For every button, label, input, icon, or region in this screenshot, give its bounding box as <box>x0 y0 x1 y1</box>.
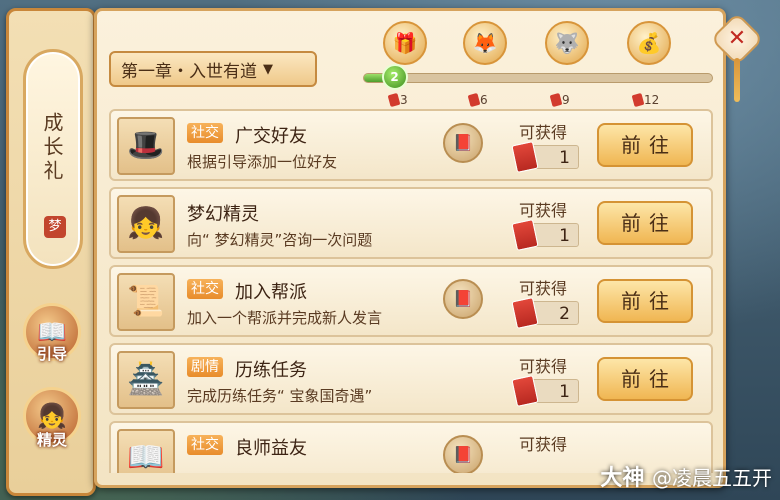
guide-book-icon[interactable]: 📕 <box>443 279 483 319</box>
task-description: 加入一个帮派并完成新人发言 <box>187 309 383 327</box>
treasure-bag-icon: 💰 <box>636 31 662 55</box>
task-avatar-icon: 🎩 <box>117 117 175 175</box>
task-description: 根据引导添加一位好友 <box>187 153 338 171</box>
go-button[interactable]: 前往 <box>597 357 693 401</box>
task-title: 梦幻精灵 <box>187 204 259 225</box>
chapter-label: 第一章・入世有道 <box>121 61 257 82</box>
reward-label: 可获得 <box>519 123 568 142</box>
task-row: 🏯 剧情 历练任务完成历练任务“ 宝象国奇遇” 可获得 1 前往 <box>109 343 713 415</box>
chevron-down-icon: ▼ <box>263 61 273 77</box>
reward-count: 1 <box>559 382 570 402</box>
go-button[interactable]: 前往 <box>597 201 693 245</box>
milestone-reward-2[interactable]: 🦊 <box>463 21 507 65</box>
reward-count: 2 <box>559 304 570 324</box>
fox-mascot-icon: 🦊 <box>472 31 498 55</box>
milestone-count: 12 <box>644 93 660 107</box>
reward-label: 可获得 <box>519 201 568 220</box>
guide-book-icon[interactable]: 📕 <box>443 123 483 163</box>
task-avatar-icon: 👧 <box>117 195 175 253</box>
milestone-count: 9 <box>562 93 570 107</box>
task-row: 🎩 社交 广交好友根据引导添加一位好友 📕 可获得 1 前往 <box>109 109 713 181</box>
red-envelope-icon <box>549 92 563 108</box>
milestone-label: 9 <box>549 92 570 108</box>
chapter-dropdown[interactable]: 第一章・入世有道 ▼ <box>109 51 317 87</box>
task-title: 加入帮派 <box>235 282 307 303</box>
gift-bag-icon: 🎁 <box>392 31 418 55</box>
reward-box: 1 <box>511 375 579 407</box>
reward-count: 1 <box>559 148 570 168</box>
growth-gift-label: 成长礼 <box>40 112 64 184</box>
reward-count: 1 <box>559 226 570 246</box>
guide-book-icon[interactable]: 📕 <box>443 435 483 473</box>
reward-label: 可获得 <box>519 357 568 376</box>
red-envelope-icon <box>631 92 645 108</box>
growth-gift-panel: 第一章・入世有道 ▼ 2 🎁 3 🦊 6 🐺 9 💰 12 🎩 社交 广交好友 根据引导添加一位好友… <box>94 8 726 488</box>
red-envelope-icon <box>511 297 539 329</box>
milestone-reward-3[interactable]: 🐺 <box>545 21 589 65</box>
red-envelope-icon <box>387 92 401 108</box>
milestone-reward-4[interactable]: 💰 <box>627 21 671 65</box>
reward-label: 可获得 <box>519 435 568 454</box>
reward-box: 1 <box>511 141 579 173</box>
task-row: 📜 社交 加入帮派加入一个帮派并完成新人发言 📕 可获得 2 前往 <box>109 265 713 337</box>
dream-seal-icon: 梦 <box>44 216 66 238</box>
reward-label: 可获得 <box>519 279 568 298</box>
milestone-label: 6 <box>467 92 488 108</box>
task-list[interactable]: 🎩 社交 广交好友 根据引导添加一位好友 📕 可获得 1 前往 👧 梦幻精灵 向“ 梦幻精灵”咨询一… <box>109 109 713 473</box>
task-avatar-icon: 🏯 <box>117 351 175 409</box>
watermark-user: @凌晨五五开 <box>652 466 772 490</box>
watermark-brand: 大神 <box>600 466 645 491</box>
watermark: 大神 @凌晨五五开 <box>600 460 772 492</box>
task-category-tag: 社交 <box>187 279 223 299</box>
fox-spirit-icon: 🐺 <box>554 31 580 55</box>
go-button[interactable]: 前往 <box>597 123 693 167</box>
task-row: 👧 梦幻精灵向“ 梦幻精灵”咨询一次问题 可获得 1 前往 <box>109 187 713 259</box>
close-icon: ✕ <box>727 26 747 51</box>
reward-box: 1 <box>511 219 579 251</box>
task-title: 历练任务 <box>235 360 307 381</box>
task-description: 向“ 梦幻精灵”咨询一次问题 <box>187 231 373 249</box>
go-button[interactable]: 前往 <box>597 279 693 323</box>
task-title: 广交好友 <box>235 126 307 147</box>
task-title: 良师益友 <box>235 438 307 459</box>
task-category-tag: 社交 <box>187 435 223 455</box>
task-description: 完成历练任务“ 宝象国奇遇” <box>187 387 373 405</box>
red-envelope-icon <box>511 141 539 173</box>
growth-gift-tab[interactable]: 成长礼 梦 <box>23 49 83 269</box>
milestone-reward-1[interactable]: 🎁 <box>383 21 427 65</box>
spirit-label: 精灵 <box>36 431 67 449</box>
guide-label: 引导 <box>36 345 67 363</box>
red-envelope-icon <box>511 375 539 407</box>
task-category-tag: 剧情 <box>187 357 223 377</box>
red-envelope-icon <box>467 92 481 108</box>
milestone-count: 3 <box>400 93 408 107</box>
task-avatar-icon: 📖 <box>117 429 175 473</box>
task-category-tag: 社交 <box>187 123 223 143</box>
left-side-panel: 成长礼 梦 📖 引导 👧 精灵 <box>6 8 96 496</box>
milestone-label: 3 <box>387 92 408 108</box>
reward-box: 2 <box>511 297 579 329</box>
red-envelope-icon <box>511 219 539 251</box>
milestone-label: 12 <box>631 92 660 108</box>
progress-current-marker: 2 <box>381 64 408 90</box>
milestone-count: 6 <box>480 93 488 107</box>
task-avatar-icon: 📜 <box>117 273 175 331</box>
progress-track <box>363 73 713 83</box>
tassel-decoration <box>734 58 740 102</box>
